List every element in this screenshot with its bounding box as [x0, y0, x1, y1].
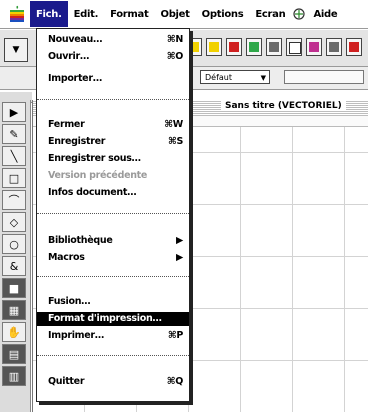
menu-item-format-impression[interactable]: Format d'impression… [37, 312, 189, 326]
menu-format[interactable]: Format [104, 1, 154, 27]
menu-options[interactable]: Options [196, 1, 250, 27]
menu-item-enregistrer-sous[interactable]: Enregistrer sous… [37, 152, 189, 166]
menu-edition[interactable]: Edit. [68, 1, 105, 27]
toolbar-frame-icon[interactable] [286, 38, 302, 56]
submenu-arrow-icon: ▶ [175, 252, 183, 263]
menu-objet[interactable]: Objet [155, 1, 196, 27]
menu-item-infos-document[interactable]: Infos document… [37, 186, 189, 200]
line-tool-icon[interactable]: ╲ [2, 146, 26, 166]
menu-separator [37, 276, 189, 277]
oval-tool-icon[interactable]: ○ [2, 234, 26, 254]
transform-tool-icon[interactable]: & [2, 256, 26, 276]
pattern-tool-icon[interactable]: ▥ [2, 366, 26, 386]
menu-item-ouvrir[interactable]: Ouvrir… ⌘O [37, 50, 189, 64]
menu-aide[interactable]: Aide [307, 1, 343, 27]
pen-tool-icon[interactable]: ✎ [2, 124, 26, 144]
menu-item-fusion[interactable]: Fusion… [37, 295, 189, 309]
menu-bar: Fich. Edit. Format Objet Options Ecran A… [0, 0, 368, 29]
menu-separator [37, 355, 189, 356]
toolbar-grid-icon[interactable] [266, 38, 282, 56]
toolbar-icons [186, 38, 362, 56]
apple-logo-icon [10, 5, 24, 22]
rect-tool-icon[interactable]: □ [2, 168, 26, 188]
chevron-down-icon: ▼ [260, 74, 266, 82]
menu-item-fermer[interactable]: Fermer ⌘W [37, 118, 189, 132]
menu-item-enregistrer[interactable]: Enregistrer ⌘S [37, 135, 189, 149]
apple-menu[interactable] [4, 1, 30, 27]
menu-fichier[interactable]: Fich. [30, 1, 68, 27]
help-icon [293, 8, 306, 20]
toolbar-dropdown-icon[interactable]: ▼ [4, 38, 28, 62]
toolbar-fill-icon[interactable] [206, 38, 222, 56]
arrow-tool-icon[interactable]: ▶ [2, 102, 26, 122]
menu-item-bibliotheque[interactable]: Bibliothèque ▶ [37, 234, 189, 248]
pattern-swatch-icon[interactable]: ▦ [2, 300, 26, 320]
menu-item-imprimer[interactable]: Imprimer… ⌘P [37, 329, 189, 343]
palette-tool-icon[interactable]: ▤ [2, 344, 26, 364]
help-menu-icon-wrap[interactable] [291, 1, 307, 27]
document-title: Sans titre (VECTORIEL) [221, 101, 346, 111]
color-swatch-icon[interactable]: ■ [2, 278, 26, 298]
tool-palette: ▶ ✎ ╲ □ ⌒ ◇ ○ & ■ ▦ ✋ ▤ ▥ [0, 100, 31, 412]
menu-ecran[interactable]: Ecran [249, 1, 291, 27]
toolbar-align-icon[interactable] [326, 38, 342, 56]
style-field[interactable] [284, 70, 364, 84]
menu-item-quitter[interactable]: Quitter ⌘Q [37, 375, 189, 389]
file-menu: Nouveau… ⌘N Ouvrir… ⌘O Importer… Fermer … [36, 28, 190, 402]
hand-tool-icon[interactable]: ✋ [2, 322, 26, 342]
style-select-value: Défaut [205, 73, 233, 82]
toolbar-group-icon[interactable] [306, 38, 322, 56]
menu-separator [37, 99, 189, 100]
menu-item-importer[interactable]: Importer… [37, 72, 189, 86]
menu-item-version-precedente: Version précédente [48, 170, 148, 181]
style-select[interactable]: Défaut ▼ [200, 70, 270, 84]
menu-separator [37, 213, 189, 214]
toolbar-layer-icon[interactable] [246, 38, 262, 56]
submenu-arrow-icon: ▶ [175, 235, 183, 246]
toolbar-extra-icon[interactable] [346, 38, 362, 56]
curve-tool-icon[interactable]: ⌒ [2, 190, 26, 210]
menu-item-macros[interactable]: Macros ▶ [37, 251, 189, 265]
polygon-tool-icon[interactable]: ◇ [2, 212, 26, 232]
menu-item-nouveau[interactable]: Nouveau… ⌘N [37, 33, 189, 47]
toolbar-stroke-icon[interactable] [226, 38, 242, 56]
